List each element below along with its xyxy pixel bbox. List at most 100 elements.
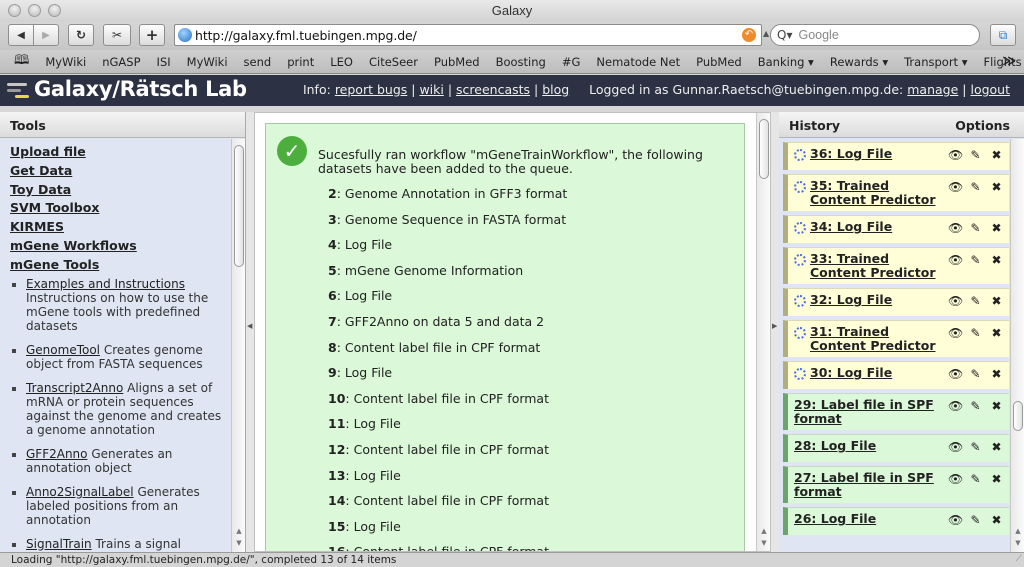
minimize-window-button[interactable] [28,4,41,17]
tool-section-toy-data[interactable]: Toy Data [10,181,222,200]
reload-button[interactable]: ↻ [68,24,94,46]
bookmark-item[interactable]: ISI [149,55,179,69]
delete-icon[interactable]: ✖ [990,440,1003,454]
bookmark-item[interactable]: Boosting [488,55,554,69]
delete-icon[interactable]: ✖ [990,399,1003,413]
search-icon[interactable]: Q▾ [777,28,792,42]
eye-icon[interactable]: 👁 [948,367,963,381]
history-item-title[interactable]: 29: Label file in SPF format [794,398,944,426]
pencil-icon[interactable]: ✎ [969,326,982,340]
pencil-icon[interactable]: ✎ [969,221,982,235]
report-bugs-link[interactable]: report bugs [335,82,407,97]
bookmark-folder[interactable]: Banking ▾ [750,55,822,69]
bookmark-item[interactable]: PubMed [426,55,488,69]
history-item-title[interactable]: 26: Log File [794,512,944,526]
extension-button[interactable]: ⧉ [990,24,1016,46]
pencil-icon[interactable]: ✎ [969,148,982,162]
eye-icon[interactable]: 👁 [948,326,963,340]
tool-link[interactable]: Examples and Instructions [26,277,185,291]
pencil-icon[interactable]: ✎ [969,367,982,381]
bookmark-item[interactable]: #G [554,55,589,69]
close-window-button[interactable] [8,4,21,17]
delete-icon[interactable]: ✖ [990,513,1003,527]
history-item-title[interactable]: 31: Trained Content Predictor [794,325,944,353]
pencil-icon[interactable]: ✎ [969,472,982,486]
logout-link[interactable]: logout [970,82,1010,97]
web-clip-button[interactable]: ✂ [103,24,131,46]
delete-icon[interactable]: ✖ [990,180,1003,194]
delete-icon[interactable]: ✖ [990,294,1003,308]
pencil-icon[interactable]: ✎ [969,399,982,413]
tool-section-mgene-tools[interactable]: mGene Tools [10,256,222,275]
bookmark-item[interactable]: PubMed [688,55,750,69]
delete-icon[interactable]: ✖ [990,148,1003,162]
back-button[interactable]: ◀ [8,24,34,46]
bookmark-item[interactable]: CiteSeer [361,55,426,69]
eye-icon[interactable]: 👁 [948,221,963,235]
delete-icon[interactable]: ✖ [990,326,1003,340]
tools-scrollbar[interactable]: ▲ ▼ [231,139,245,552]
history-item-title[interactable]: 30: Log File [794,366,944,380]
snapback-icon[interactable]: ↶ [742,28,756,42]
bookmark-item[interactable]: LEO [322,55,361,69]
history-item-title[interactable]: 27: Label file in SPF format [794,471,944,499]
eye-icon[interactable]: 👁 [948,440,963,454]
eye-icon[interactable]: 👁 [948,472,963,486]
bookmark-folder[interactable]: Flights ▾ [975,55,1024,69]
delete-icon[interactable]: ✖ [990,367,1003,381]
history-item-title[interactable]: 28: Log File [794,439,944,453]
tool-link[interactable]: Transcript2Anno [26,381,123,395]
bookmark-folder[interactable]: Transport ▾ [896,55,975,69]
brand-title[interactable]: Galaxy/Rätsch Lab [34,77,247,101]
manage-link[interactable]: manage [907,82,958,97]
scroll-thumb[interactable] [234,145,244,267]
forward-button[interactable]: ▶ [33,24,59,46]
scroll-down-icon[interactable]: ▼ [759,539,769,547]
eye-icon[interactable]: 👁 [948,148,963,162]
pencil-icon[interactable]: ✎ [969,513,982,527]
wiki-link[interactable]: wiki [419,82,443,97]
tool-section-kirmes[interactable]: KIRMES [10,218,222,237]
history-item-title[interactable]: 33: Trained Content Predictor [794,252,944,280]
tool-section-upload-file[interactable]: Upload file [10,143,222,162]
zoom-window-button[interactable] [48,4,61,17]
bookmark-folder[interactable]: Rewards ▾ [822,55,896,69]
bookmarks-book-icon[interactable]: 🕮 [14,51,29,73]
history-item-title[interactable]: 34: Log File [794,220,944,234]
scroll-up-icon[interactable]: ▲ [759,527,769,535]
eye-icon[interactable]: 👁 [948,294,963,308]
add-bookmark-button[interactable]: + [139,24,165,46]
eye-icon[interactable]: 👁 [948,180,963,194]
scroll-up-icon[interactable]: ▲ [1013,527,1023,535]
collapse-left-icon[interactable]: ◀ [247,322,252,330]
scroll-up-icon[interactable]: ▲ [234,527,244,535]
eye-icon[interactable]: 👁 [948,399,963,413]
scroll-thumb[interactable] [759,119,769,179]
scroll-down-icon[interactable]: ▼ [234,539,244,547]
search-input[interactable]: Q▾ Google [770,24,980,46]
history-item-title[interactable]: 35: Trained Content Predictor [794,179,944,207]
tool-link[interactable]: GenomeTool [26,343,100,357]
bookmark-item[interactable]: send [236,55,280,69]
history-item-title[interactable]: 36: Log File [794,147,944,161]
more-bookmarks-icon[interactable]: ≫ [1002,54,1016,69]
eye-icon[interactable]: 👁 [948,513,963,527]
tool-link[interactable]: SignalTrain [26,537,92,551]
history-options-button[interactable]: Options [955,118,1010,133]
pencil-icon[interactable]: ✎ [969,180,982,194]
pencil-icon[interactable]: ✎ [969,440,982,454]
address-bar[interactable]: http://galaxy.fml.tuebingen.mpg.de/ ↶ [174,24,762,46]
resize-grip-icon[interactable]: ⟋ [1016,552,1022,566]
history-scrollbar[interactable]: ▲ ▼ [1010,139,1024,552]
bookmark-item[interactable]: MyWiki [179,55,236,69]
bookmark-item[interactable]: Nematode Net [588,55,688,69]
collapse-right-icon[interactable]: ▶ [772,322,777,330]
left-panel-splitter[interactable]: ◀ [246,112,254,552]
pencil-icon[interactable]: ✎ [969,253,982,267]
tool-section-mgene-workflows[interactable]: mGene Workflows [10,237,222,256]
scroll-thumb[interactable] [1013,401,1023,431]
tool-link[interactable]: GFF2Anno [26,447,88,461]
bookmark-item[interactable]: print [279,55,322,69]
screencasts-link[interactable]: screencasts [456,82,530,97]
tool-section-get-data[interactable]: Get Data [10,162,222,181]
